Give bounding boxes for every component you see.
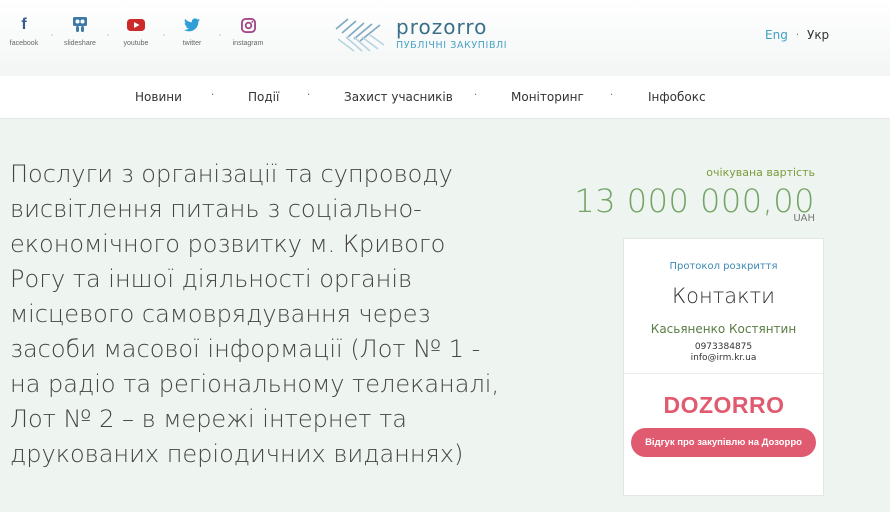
nav-item-participant-protection[interactable]: Захист учасників	[344, 90, 453, 104]
expected-value-amount: 13 000 000,00	[574, 182, 815, 220]
social-facebook[interactable]: f facebook	[6, 16, 42, 47]
nav-item-events[interactable]: Події	[248, 90, 279, 104]
twitter-icon[interactable]	[184, 16, 200, 34]
social-separator: ·	[106, 31, 110, 41]
social-twitter[interactable]: twitter	[174, 16, 210, 47]
contact-person-name: Касьяненко Костянтин	[650, 322, 797, 336]
expected-value-label: очікувана вартість	[706, 166, 815, 179]
slideshare-icon[interactable]	[72, 16, 88, 34]
contact-phone: 0973384875	[694, 342, 753, 352]
instagram-icon[interactable]	[240, 16, 256, 34]
social-label: facebook	[9, 40, 39, 47]
opening-protocol-link[interactable]: Протокол розкриття	[624, 261, 823, 272]
nav-separator: ·	[610, 90, 614, 101]
social-label: youtube	[123, 40, 149, 47]
nav-item-monitoring[interactable]: Моніторинг	[511, 90, 584, 104]
nav-item-news[interactable]: Новини	[135, 90, 182, 104]
youtube-icon[interactable]	[127, 16, 145, 34]
nav-separator: ·	[211, 90, 215, 101]
tender-title: Послуги з організації та супроводу висві…	[10, 160, 500, 468]
social-label: instagram	[232, 40, 264, 47]
social-label: slideshare	[64, 40, 96, 47]
logo-name: prozorro	[396, 15, 488, 39]
dozorro-review-button[interactable]: Відгук про закупівлю на Дозорро	[631, 428, 816, 457]
logo-subtitle: ПУБЛІЧНІ ЗАКУПІВЛІ	[396, 40, 508, 51]
dozorro-logo-text: DOZORRO	[665, 392, 783, 418]
social-separator: ·	[50, 31, 54, 41]
contact-email[interactable]: info@irm.kr.ua	[624, 353, 823, 363]
contacts-title: Контакти	[672, 284, 775, 308]
card-divider	[624, 373, 823, 374]
dozorro-logo-mark: DOZORRO	[665, 392, 783, 418]
lang-ukrainian-link[interactable]: Укр	[807, 28, 829, 42]
lang-separator: ·	[795, 29, 799, 41]
nav-item-infobox[interactable]: Інфобокс	[648, 90, 706, 104]
main-nav: Новини · Події · Захист учасників · Моні…	[0, 76, 890, 119]
social-separator: ·	[218, 31, 222, 41]
social-label: twitter	[182, 40, 202, 47]
top-header: f facebook · slideshare · youtube · twit…	[0, 0, 890, 76]
language-switcher: Eng · Укр	[765, 28, 829, 42]
social-links: f facebook · slideshare · youtube · twit…	[6, 16, 266, 47]
contacts-card: Протокол розкриття Контакти Касьяненко К…	[623, 238, 824, 496]
facebook-icon[interactable]: f	[21, 16, 26, 34]
prozorro-logo-mark	[335, 18, 385, 52]
social-separator: ·	[162, 31, 166, 41]
nav-separator: ·	[474, 90, 478, 101]
expected-value-block: очікувана вартість 13 000 000,00 UAH	[574, 166, 815, 224]
dozorro-logo[interactable]: DOZORRO	[624, 392, 823, 418]
nav-separator: ·	[307, 90, 311, 101]
lang-english-link[interactable]: Eng	[765, 28, 788, 42]
social-youtube[interactable]: youtube	[118, 16, 154, 47]
social-slideshare[interactable]: slideshare	[62, 16, 98, 47]
prozorro-logo[interactable]: prozorro ПУБЛІЧНІ ЗАКУПІВЛІ	[332, 15, 512, 55]
social-instagram[interactable]: instagram	[230, 16, 266, 47]
